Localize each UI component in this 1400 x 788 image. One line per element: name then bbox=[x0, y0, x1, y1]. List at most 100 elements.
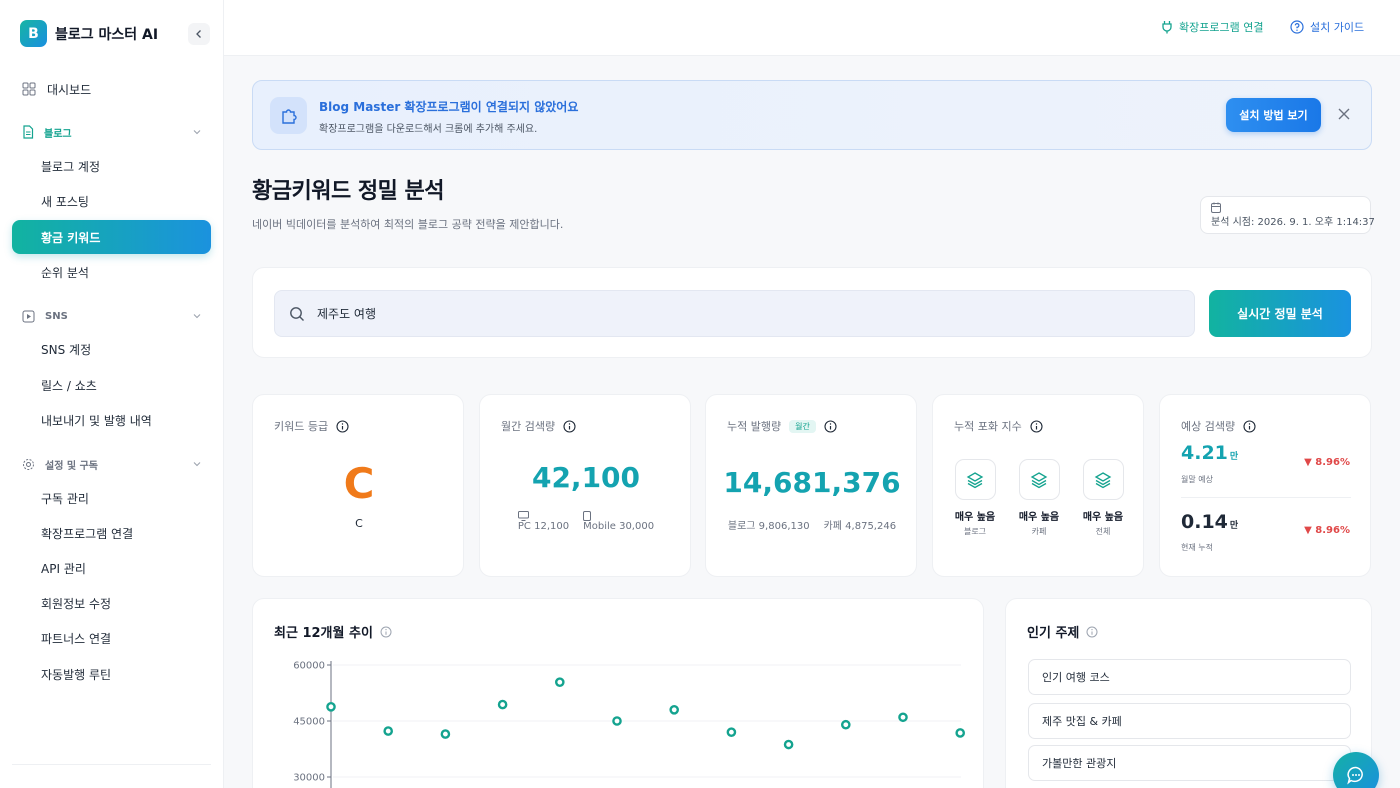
banner-icon-wrap bbox=[270, 97, 307, 134]
mobile-search-value: Mobile 30,000 bbox=[583, 521, 655, 532]
sidebar-item-profile[interactable]: 회원정보 수정 bbox=[12, 586, 211, 620]
sidebar-item-extension[interactable]: 확장프로그램 연결 bbox=[12, 516, 211, 550]
stat-label: 누적 포화 지수 bbox=[954, 420, 1022, 433]
sidebar-section-settings[interactable]: 설정 및 구독 bbox=[22, 457, 202, 472]
grid-icon bbox=[22, 82, 36, 96]
keyword-input[interactable] bbox=[317, 306, 1117, 321]
stat-header: 키워드 등급 bbox=[274, 418, 349, 434]
topbar: 확장프로그램 연결 설치 가이드 bbox=[224, 0, 1400, 56]
extension-connect-link[interactable]: 확장프로그램 연결 bbox=[1161, 19, 1263, 35]
data-point bbox=[783, 739, 794, 750]
sidebar-item-reels-shorts[interactable]: 릴스 / 쇼츠 bbox=[12, 368, 211, 402]
document-icon bbox=[23, 125, 34, 139]
close-icon[interactable] bbox=[1336, 106, 1352, 122]
section-label: 블로그 bbox=[44, 128, 72, 140]
puzzle-icon bbox=[281, 108, 297, 124]
info-icon[interactable] bbox=[563, 419, 576, 433]
brand-name: 블로그 마스터 AI bbox=[55, 26, 159, 43]
device-mobile: Mobile 30,000 bbox=[583, 511, 654, 532]
banner-title: Blog Master 확장프로그램이 연결되지 않았어요 bbox=[319, 100, 579, 114]
saturation-label: 블로그 bbox=[963, 527, 987, 536]
search-box[interactable] bbox=[274, 290, 1195, 337]
device-breakdown: PC 12,100 Mobile 30,000 bbox=[480, 511, 692, 532]
saturation-level: 매우 높음 bbox=[954, 512, 996, 523]
sidebar-item-golden-keyword[interactable]: 황금 키워드 bbox=[12, 220, 211, 254]
saturation-level: 매우 높음 bbox=[1018, 512, 1060, 523]
info-icon[interactable] bbox=[1086, 626, 1098, 638]
y-tick-label: 45000 bbox=[293, 717, 325, 728]
cumulative-change-value: 8.96% bbox=[1315, 525, 1350, 536]
sidebar-item-export-history[interactable]: 내보내기 및 발행 내역 bbox=[12, 403, 211, 437]
forecast-label: 월말 예상 bbox=[1181, 475, 1213, 484]
device-pc: PC 12,100 bbox=[517, 511, 570, 532]
info-icon[interactable] bbox=[336, 419, 349, 433]
data-point bbox=[612, 716, 622, 726]
month-end-forecast: 4.21 만 bbox=[1181, 442, 1238, 464]
popular-topic-item[interactable]: 가볼만한 관광지 bbox=[1028, 745, 1351, 781]
sidebar-item-partners[interactable]: 파트너스 연결 bbox=[12, 621, 211, 655]
realtime-analysis-button[interactable]: 실시간 정밀 분석 bbox=[1209, 290, 1351, 337]
stat-label: 예상 검색량 bbox=[1181, 420, 1236, 433]
page-subtitle: 네이버 빅데이터를 분석하여 최적의 블로그 공략 전략을 제안합니다. bbox=[252, 218, 564, 231]
saturation-icon-wrap bbox=[1082, 459, 1124, 500]
stat-card-grade: 키워드 등급 C C bbox=[252, 394, 464, 577]
chat-icon bbox=[1347, 766, 1363, 785]
sidebar-section-sns[interactable]: SNS bbox=[22, 309, 202, 323]
saturation-row: 매우 높음 블로그 매우 높음 카페 매우 높음 전체 bbox=[947, 459, 1131, 537]
sidebar: B 블로그 마스터 AI 대시보드 블로그 블로그 계정 새 포스팅 황금 키워… bbox=[0, 0, 224, 788]
stat-header: 월간 검색량 bbox=[501, 418, 576, 434]
forecast-change: ▼ 8.96% bbox=[1304, 457, 1350, 468]
section-label: SNS bbox=[45, 310, 68, 322]
smartphone-icon bbox=[583, 511, 592, 521]
chat-fab-button[interactable] bbox=[1333, 752, 1379, 788]
sidebar-item-dashboard[interactable]: 대시보드 bbox=[22, 80, 91, 98]
stat-label: 월간 검색량 bbox=[501, 420, 556, 433]
data-point bbox=[898, 712, 908, 723]
sidebar-item-label: 대시보드 bbox=[47, 82, 92, 97]
info-icon[interactable] bbox=[824, 419, 837, 433]
collapse-sidebar-button[interactable] bbox=[188, 23, 210, 45]
sidebar-item-subscription[interactable]: 구독 관리 bbox=[12, 481, 211, 515]
y-tick-label: 30000 bbox=[293, 773, 325, 784]
forecast-value: 4.21 bbox=[1181, 442, 1228, 464]
cumulative-label: 현재 누적 bbox=[1181, 543, 1213, 552]
popular-topic-item[interactable]: 제주 맛집 & 카페 bbox=[1028, 703, 1351, 739]
layers-icon bbox=[1030, 471, 1048, 488]
info-icon[interactable] bbox=[1030, 419, 1043, 433]
stat-card-predicted: 예상 검색량 4.21 만 월말 예상 ▼ 8.96% 0.14 만 현재 누적 ▼… bbox=[1159, 394, 1371, 577]
cumulative-unit: 만 bbox=[1229, 521, 1239, 531]
predict-divider bbox=[1181, 497, 1351, 498]
data-point bbox=[554, 677, 565, 687]
pc-search-value: PC 12,100 bbox=[517, 521, 570, 532]
data-point bbox=[841, 719, 851, 730]
calendar-icon bbox=[1211, 202, 1221, 213]
data-point bbox=[383, 726, 393, 736]
help-circle-icon bbox=[1290, 20, 1304, 34]
install-guide-link[interactable]: 설치 가이드 bbox=[1290, 19, 1364, 35]
banner-description: 확장프로그램을 다운로드해서 크롬에 추가해 주세요. bbox=[319, 124, 538, 135]
trend-card: 최근 12개월 추이 60000 45000 30000 bbox=[252, 598, 984, 788]
brand[interactable]: B 블로그 마스터 AI bbox=[20, 20, 158, 47]
brand-logo: B bbox=[20, 20, 47, 47]
monthly-badge: 월간 bbox=[789, 419, 816, 433]
stat-card-saturation: 누적 포화 지수 매우 높음 블로그 매우 높음 카페 매우 높음 전체 bbox=[932, 394, 1144, 577]
y-tick-label: 60000 bbox=[293, 661, 325, 672]
data-point bbox=[955, 728, 966, 738]
analysis-time: 분석 시점: 2026. 9. 1. 오후 1:14:37 bbox=[1211, 217, 1375, 228]
plug-icon bbox=[1162, 21, 1172, 34]
sidebar-item-rank-analysis[interactable]: 순위 분석 bbox=[12, 255, 211, 289]
sidebar-section-blog[interactable]: 블로그 bbox=[22, 125, 202, 140]
current-cumulative: 0.14 만 bbox=[1181, 511, 1238, 533]
popular-topics-card: 인기 주제 인기 여행 코스 제주 맛집 & 카페 가볼만한 관광지 bbox=[1005, 598, 1372, 788]
info-icon[interactable] bbox=[1243, 419, 1256, 433]
sidebar-item-auto-routine[interactable]: 자동발행 루틴 bbox=[12, 657, 211, 691]
extension-banner: Blog Master 확장프로그램이 연결되지 않았어요 확장프로그램을 다운… bbox=[252, 80, 1372, 150]
popular-topic-item[interactable]: 인기 여행 코스 bbox=[1028, 659, 1351, 695]
view-install-button[interactable]: 설치 방법 보기 bbox=[1226, 98, 1321, 132]
sidebar-item-api[interactable]: API 관리 bbox=[12, 551, 211, 585]
sidebar-item-new-post[interactable]: 새 포스팅 bbox=[12, 184, 211, 218]
trend-chart: 60000 45000 30000 bbox=[293, 661, 966, 788]
sidebar-item-blog-account[interactable]: 블로그 계정 bbox=[12, 149, 211, 183]
sidebar-item-sns-account[interactable]: SNS 계정 bbox=[12, 332, 211, 366]
chevron-down-icon bbox=[193, 462, 201, 467]
